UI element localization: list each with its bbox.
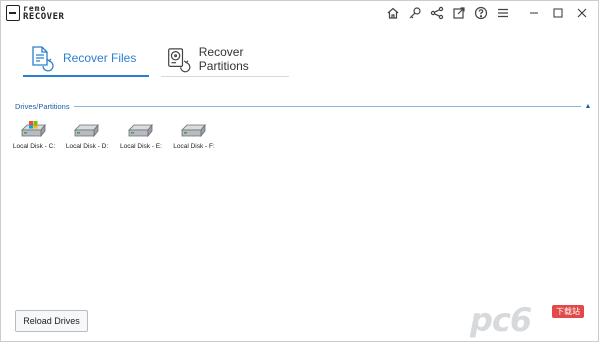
- drives-section-title: Drives/Partitions: [15, 101, 70, 111]
- watermark-text: pc6: [470, 301, 532, 339]
- logo-mark-icon: [6, 5, 20, 21]
- app-window: remo RECOVER Recover Files Recover Parti…: [0, 0, 599, 342]
- system-drive-icon: [21, 121, 46, 138]
- drive-item-f[interactable]: Local Disk - F:: [167, 119, 221, 157]
- share-icon[interactable]: [426, 3, 448, 23]
- drives-section-header: Drives/Partitions ▲: [15, 100, 593, 112]
- title-bar: remo RECOVER: [1, 1, 598, 25]
- tab-recover-partitions-label: Recover Partitions: [198, 44, 249, 73]
- tab-bar: Recover Files Recover Partitions: [1, 25, 598, 79]
- drive-item-e[interactable]: Local Disk - E:: [114, 119, 168, 157]
- maximize-icon[interactable]: [546, 3, 570, 23]
- logo-bottom-text: RECOVER: [23, 12, 65, 22]
- collapse-chevron-icon[interactable]: ▲: [583, 101, 593, 111]
- remo-recover-logo: remo RECOVER: [6, 4, 64, 22]
- tab-recover-files[interactable]: Recover Files: [23, 41, 149, 77]
- help-icon[interactable]: [470, 3, 492, 23]
- home-icon[interactable]: [382, 3, 404, 23]
- drive-item-d[interactable]: Local Disk - D:: [60, 119, 114, 157]
- hard-disk-icon: [74, 123, 99, 138]
- hard-disk-icon: [181, 123, 206, 138]
- section-divider: [73, 105, 581, 107]
- watermark-badge: 下载站: [552, 305, 584, 318]
- recover-files-icon: [32, 46, 54, 72]
- drive-label: Local Disk - C:: [12, 143, 56, 150]
- minimize-icon[interactable]: [522, 3, 546, 23]
- drive-item-c[interactable]: Local Disk - C:: [7, 119, 61, 157]
- close-icon[interactable]: [570, 3, 594, 23]
- recover-partitions-icon: [168, 47, 191, 72]
- drives-panel: Drives/Partitions ▲ Local Disk - C: Loca…: [7, 83, 594, 303]
- pc6-watermark: pc6 下载站: [470, 301, 590, 339]
- export-icon[interactable]: [448, 3, 470, 23]
- title-toolbar: [382, 3, 594, 23]
- reload-drives-button[interactable]: Reload Drives: [15, 310, 88, 332]
- key-icon[interactable]: [404, 3, 426, 23]
- drive-label: Local Disk - D:: [65, 143, 109, 150]
- tab-recover-partitions[interactable]: Recover Partitions: [161, 41, 289, 77]
- tab-recover-files-label: Recover Files: [63, 51, 137, 65]
- menu-icon[interactable]: [492, 3, 514, 23]
- hard-disk-icon: [128, 123, 153, 138]
- drive-label: Local Disk - F:: [173, 143, 215, 150]
- drive-label: Local Disk - E:: [120, 143, 162, 150]
